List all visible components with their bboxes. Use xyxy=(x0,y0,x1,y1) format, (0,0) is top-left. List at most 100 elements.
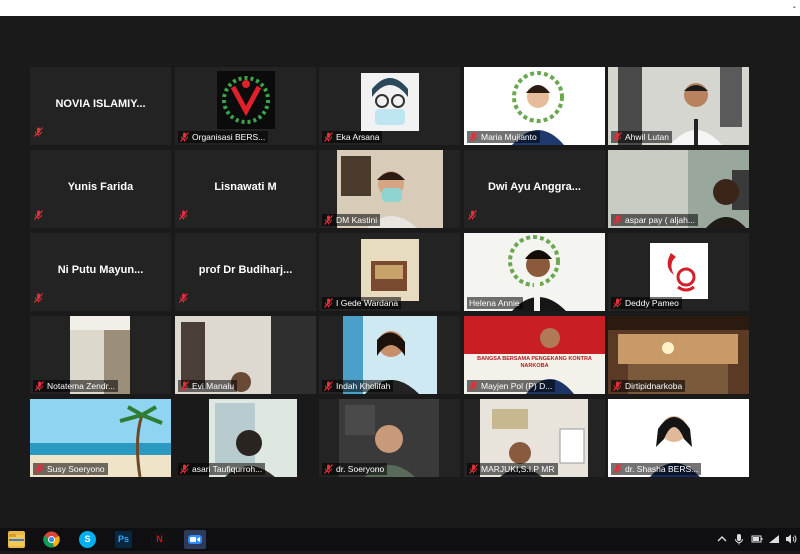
muted-mic-icon xyxy=(613,132,625,142)
participant-name-label: asari Taufiqurroh... xyxy=(178,463,266,475)
participant-tile[interactable]: MARJUKI,S.I.P MR xyxy=(464,399,605,477)
muted-mic-icon xyxy=(35,381,47,391)
window-corner-mark: - xyxy=(792,2,796,13)
netflix-icon[interactable]: N xyxy=(151,531,168,548)
participant-tile[interactable]: Eka Arsana xyxy=(319,67,460,145)
muted-mic-icon xyxy=(179,207,191,225)
participant-name: Indah Kholifah xyxy=(336,381,391,391)
participant-tile[interactable]: Indah Kholifah xyxy=(319,316,460,394)
participant-display-name: Dwi Ayu Anggra... xyxy=(488,181,581,193)
participant-tile[interactable]: Dwi Ayu Anggra... xyxy=(464,150,605,228)
participant-display-name: Ni Putu Mayun... xyxy=(57,264,144,276)
muted-mic-icon xyxy=(324,132,336,142)
participant-tile[interactable]: Deddy Pameo xyxy=(608,233,749,311)
participant-name: Eka Arsana xyxy=(336,132,380,142)
muted-mic-icon xyxy=(324,381,336,391)
muted-mic-icon xyxy=(613,464,625,474)
participant-name: asari Taufiqurroh... xyxy=(192,464,263,474)
banner-text: BANGSA BERSAMA PENGEKANG KONTRA NARKOBA xyxy=(477,356,592,369)
participant-tile[interactable]: Yunis Farida xyxy=(30,150,171,228)
muted-mic-icon xyxy=(180,381,192,391)
window-top-bar: - xyxy=(0,0,800,16)
muted-mic-icon xyxy=(469,381,481,391)
muted-mic-icon xyxy=(324,298,336,308)
participant-name-label: Helena Annie xyxy=(467,297,523,309)
participant-tile[interactable]: Ni Putu Mayun... xyxy=(30,233,171,311)
participant-name-label: dr. Shasha BERS... xyxy=(611,463,702,475)
muted-mic-icon xyxy=(34,207,46,225)
speaker-icon[interactable] xyxy=(785,533,797,545)
participant-name-label: Indah Kholifah xyxy=(322,380,394,392)
muted-mic-icon xyxy=(324,215,336,225)
participant-name: MARJUKI,S.I.P MR xyxy=(481,464,555,474)
muted-mic-icon xyxy=(613,381,625,391)
participant-display-name: prof Dr Budiharj... xyxy=(198,264,293,276)
participant-name: dr. Shasha BERS... xyxy=(625,464,699,474)
participant-tile[interactable]: Lisnawati M xyxy=(175,150,316,228)
muted-mic-icon xyxy=(180,464,192,474)
muted-mic-icon xyxy=(469,132,481,142)
participant-tile[interactable]: DM Kastini xyxy=(319,150,460,228)
muted-mic-icon xyxy=(613,298,625,308)
participant-name: Ahwil Lutan xyxy=(625,132,669,142)
participant-name-label: aspar pay ( aljah... xyxy=(611,214,698,226)
participant-tile[interactable]: Dirtipidnarkoba xyxy=(608,316,749,394)
participant-name: DM Kastini xyxy=(336,215,378,225)
participant-tile[interactable]: asari Taufiqurroh... xyxy=(175,399,316,477)
participant-tile[interactable]: I Gede Wardana xyxy=(319,233,460,311)
participant-tile[interactable]: dr. Shasha BERS... xyxy=(608,399,749,477)
muted-mic-icon xyxy=(324,464,336,474)
participant-name-label: DM Kastini xyxy=(322,214,381,226)
participant-name: Mayjen Pol (P) D... xyxy=(481,381,553,391)
participant-tile[interactable]: NOVIA ISLAMIY... xyxy=(30,67,171,145)
participant-display-name: NOVIA ISLAMIY... xyxy=(55,98,146,110)
chevron-up-icon[interactable] xyxy=(716,533,728,545)
participant-name-label: MARJUKI,S.I.P MR xyxy=(467,463,558,475)
participant-name-label: Deddy Pameo xyxy=(611,297,682,309)
participant-tile[interactable]: Notatema Zendr... xyxy=(30,316,171,394)
participant-name: Notatema Zendr... xyxy=(47,381,116,391)
participant-tile[interactable]: dr. Soeryono xyxy=(319,399,460,477)
participant-tile[interactable]: prof Dr Budiharj... xyxy=(175,233,316,311)
participant-name: Organisasi BERS... xyxy=(192,132,266,142)
participant-name: dr. Soeryono xyxy=(336,464,385,474)
participant-name-label: Eka Arsana xyxy=(322,131,383,143)
muted-mic-icon xyxy=(34,290,46,308)
photoshop-icon[interactable]: Ps xyxy=(115,531,132,548)
participant-tile[interactable]: Ahwil Lutan xyxy=(608,67,749,145)
participant-tile[interactable]: BANGSA BERSAMA PENGEKANG KONTRA NARKOBA M… xyxy=(464,316,605,394)
participant-tile[interactable]: Susy Soeryono xyxy=(30,399,171,477)
microphone-icon[interactable] xyxy=(733,533,745,545)
zoom-icon[interactable] xyxy=(184,530,206,549)
participant-name: Maria Mujianto xyxy=(481,132,537,142)
chrome-icon[interactable] xyxy=(43,531,60,548)
participant-name: Deddy Pameo xyxy=(625,298,679,308)
participant-name-label: dr. Soeryono xyxy=(322,463,388,475)
participant-name-label: Dirtipidnarkoba xyxy=(611,380,686,392)
participant-name-label: Mayjen Pol (P) D... xyxy=(467,380,556,392)
participant-tile[interactable]: Evi Manalu xyxy=(175,316,316,394)
participant-tile[interactable]: Maria Mujianto xyxy=(464,67,605,145)
participant-name-label: Organisasi BERS... xyxy=(178,131,269,143)
wifi-icon[interactable] xyxy=(768,533,780,545)
participant-name: aspar pay ( aljah... xyxy=(625,215,695,225)
muted-mic-icon xyxy=(34,124,46,142)
participant-tile[interactable]: aspar pay ( aljah... xyxy=(608,150,749,228)
skype-icon[interactable]: S xyxy=(79,531,96,548)
file-explorer-icon[interactable] xyxy=(8,531,25,548)
participant-name: Evi Manalu xyxy=(192,381,235,391)
participant-display-name: Yunis Farida xyxy=(67,181,134,193)
participant-name-label: Ahwil Lutan xyxy=(611,131,672,143)
windows-taskbar: S Ps N xyxy=(0,528,800,551)
participant-name-label: Susy Soeryono xyxy=(33,463,108,475)
muted-mic-icon xyxy=(613,215,625,225)
muted-mic-icon xyxy=(179,290,191,308)
muted-mic-icon xyxy=(35,464,47,474)
participant-name-label: Maria Mujianto xyxy=(467,131,540,143)
participant-tile[interactable]: Organisasi BERS... xyxy=(175,67,316,145)
participant-name: Dirtipidnarkoba xyxy=(625,381,683,391)
muted-mic-icon xyxy=(180,132,192,142)
battery-icon[interactable] xyxy=(751,533,763,545)
participant-name: I Gede Wardana xyxy=(336,298,399,308)
participant-tile[interactable]: Helena Annie xyxy=(464,233,605,311)
